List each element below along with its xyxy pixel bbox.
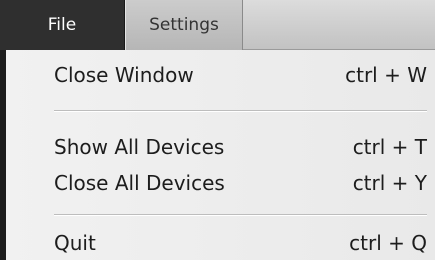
menu-separator [54,214,427,216]
file-dropdown-menu: Close Window ctrl + W Show All Devices c… [0,50,435,260]
menu-item-label: Close Window [54,63,194,87]
menu-item-show-all-devices[interactable]: Show All Devices ctrl + T [54,132,427,162]
menu-tab-settings[interactable]: Settings [125,0,243,50]
menu-item-label: Show All Devices [54,135,225,159]
menu-item-shortcut: ctrl + T [352,135,427,159]
menu-item-label: Close All Devices [54,171,225,195]
menu-item-close-all-devices[interactable]: Close All Devices ctrl + Y [54,168,427,198]
menu-separator [54,110,427,112]
menu-item-close-window[interactable]: Close Window ctrl + W [54,60,427,90]
menu-item-shortcut: ctrl + W [345,63,427,87]
application-window: File Settings Close Window ctrl + W Show… [0,0,435,260]
menu-item-label: Quit [54,231,96,255]
menu-bar: File Settings [0,0,435,50]
menu-item-shortcut: ctrl + Y [352,171,427,195]
menu-item-shortcut: ctrl + Q [349,231,427,255]
menu-tab-file[interactable]: File [0,0,125,50]
menu-item-quit[interactable]: Quit ctrl + Q [54,228,427,258]
